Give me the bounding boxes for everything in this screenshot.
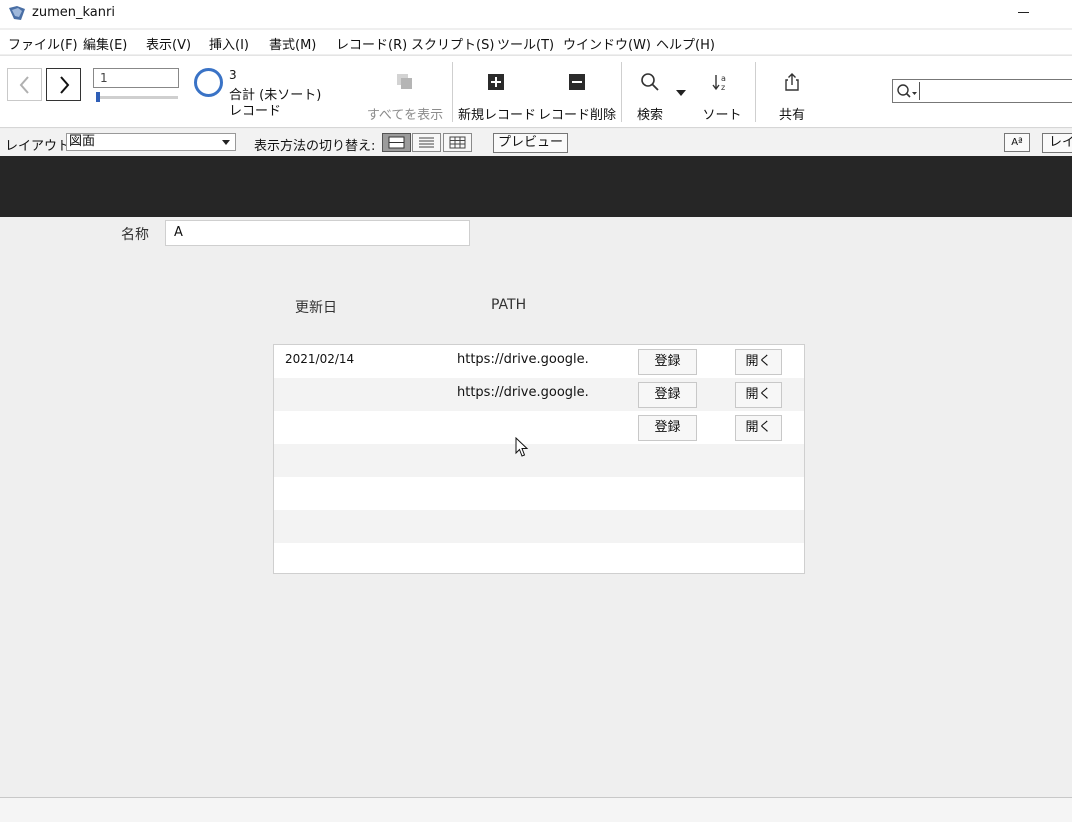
mouse-cursor-icon [515,437,529,457]
menu-format[interactable]: 書式(M) [269,34,316,53]
show-all-button[interactable]: すべてを表示 [362,64,448,124]
name-label: 名称 [121,227,149,243]
formatting-bar-button[interactable]: Aª [1004,133,1030,152]
layout-bar: レイアウト: 図面 表示方法の切り替え: プレビュー Aª レイ [0,129,1072,156]
portal-row[interactable]: 2021/02/14 https://drive.google. 登録 開く [274,345,804,378]
record-slider-track[interactable] [96,96,178,99]
register-button[interactable]: 登録 [638,415,697,441]
edit-layout-button[interactable]: レイ [1042,133,1072,153]
new-record-button[interactable]: 新規レコード [458,64,536,124]
next-record-button[interactable] [46,68,81,101]
svg-text:a: a [721,74,726,83]
table-view-icon [449,136,466,149]
layout-select[interactable]: 図面 [66,133,236,151]
open-button[interactable]: 開く [735,415,782,441]
open-button[interactable]: 開く [735,382,782,408]
quick-find-field[interactable] [892,79,1072,103]
view-as-table-button[interactable] [443,133,472,152]
plus-box-icon [488,74,504,90]
toolbar-divider [452,62,453,122]
form-view-icon [388,136,405,149]
menu-window[interactable]: ウインドウ(W) [563,34,651,53]
record-unit-label: レコード [229,104,282,119]
layout-label: レイアウト: [5,139,75,154]
register-button[interactable]: 登録 [638,382,697,408]
title-bar: zumen_kanri [0,0,1072,28]
toolbar-divider [621,62,622,122]
open-button[interactable]: 開く [735,349,782,375]
chevron-right-icon [59,75,69,94]
portal-row-empty[interactable] [274,444,804,477]
filemaker-app-icon [9,6,25,20]
drawing-portal[interactable]: 2021/02/14 https://drive.google. 登録 開く h… [273,344,805,574]
chevron-down-icon [222,140,230,145]
portal-row[interactable]: 登録 開く [274,411,804,444]
share-icon [785,73,799,91]
name-field[interactable]: A [165,220,470,246]
minus-box-icon [569,74,585,90]
current-record-field[interactable]: 1 [93,68,179,88]
menu-view[interactable]: 表示(V) [146,34,191,53]
menu-records[interactable]: レコード(R) [336,34,407,53]
menu-scripts[interactable]: スクリプト(S) [411,34,494,53]
toolbar-divider [755,62,756,122]
search-icon [641,73,659,91]
chevron-left-icon [19,75,29,94]
sort-icon: a z [712,74,726,92]
portal-row-empty[interactable] [274,510,804,543]
path-cell[interactable]: https://drive.google. [457,385,589,400]
status-toolbar: 1 3 合計 (未ソート) レコード すべてを表示 新規レコード レコード削除 … [0,55,1072,128]
record-slider-thumb[interactable] [96,92,100,102]
updated-date-cell[interactable]: 2021/02/14 [285,352,354,366]
preview-button[interactable]: プレビュー [493,133,568,153]
find-dropdown-icon[interactable] [676,90,686,96]
path-cell[interactable]: https://drive.google. [457,352,589,367]
view-as-form-button[interactable] [382,133,411,152]
menu-insert[interactable]: 挿入(I) [209,34,249,53]
show-all-icon [397,74,412,89]
layout-header-band [0,156,1072,217]
portal-row-empty[interactable] [274,477,804,510]
menu-tools[interactable]: ツール(T) [497,34,554,53]
menu-edit[interactable]: 編集(E) [83,34,127,53]
svg-text:z: z [721,83,725,92]
share-button[interactable]: 共有 [770,64,814,124]
minimize-button[interactable] [1012,0,1036,24]
record-count: 3 [229,68,237,82]
find-button[interactable]: 検索 [628,64,672,124]
sort-button[interactable]: a z ソート [700,64,744,124]
menu-file[interactable]: ファイル(F) [8,34,78,53]
menu-help[interactable]: ヘルプ(H) [656,34,715,53]
path-header: PATH [491,297,527,313]
portal-row-empty[interactable] [274,543,804,573]
window-title: zumen_kanri [32,5,115,20]
menu-bar: ファイル(F) 編集(E) 表示(V) 挿入(I) 書式(M) レコード(R) … [0,30,1072,54]
layout-select-value: 図面 [69,134,96,149]
portal-row[interactable]: https://drive.google. 登録 開く [274,378,804,411]
quick-find-icon [897,84,917,98]
register-button[interactable]: 登録 [638,349,697,375]
view-as-label: 表示方法の切り替え: [254,139,376,154]
updated-date-header: 更新日 [295,300,337,316]
previous-record-button[interactable] [7,68,42,101]
view-as-list-button[interactable] [412,133,441,152]
list-view-icon [419,137,434,148]
delete-record-button[interactable]: レコード削除 [538,64,616,124]
record-pie-icon [194,68,223,97]
text-caret [919,82,920,100]
status-bar [0,798,1072,822]
